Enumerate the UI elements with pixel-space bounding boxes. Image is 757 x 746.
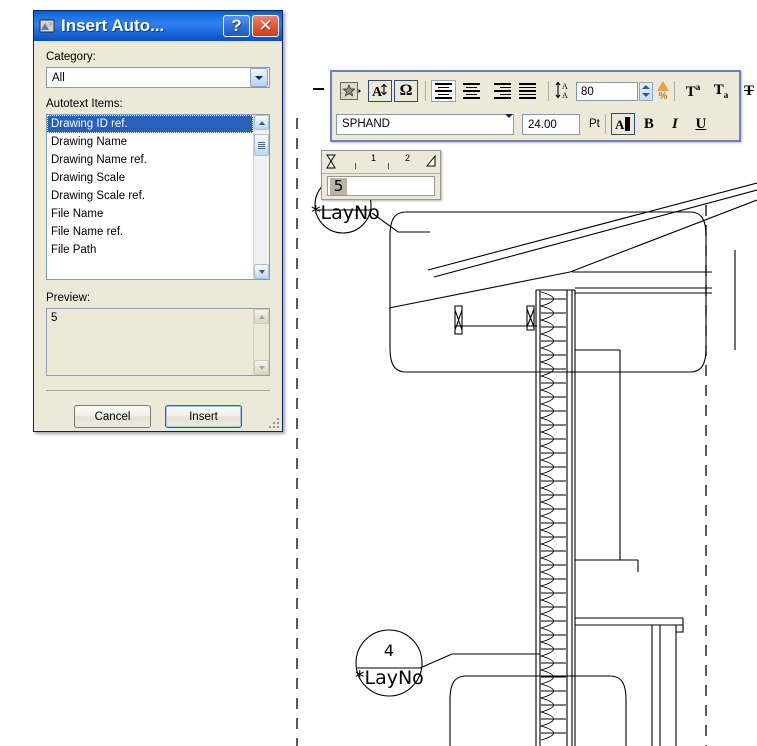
- callout-lower-tag: *LayNo: [355, 667, 424, 689]
- text-color-button[interactable]: A: [610, 113, 635, 135]
- font-family-combobox[interactable]: SPHAND: [336, 113, 514, 135]
- list-item[interactable]: Drawing Name: [47, 133, 253, 151]
- toolbar-separator: [604, 114, 606, 134]
- list-scrollbar[interactable]: [253, 115, 269, 279]
- autotext-items-listbox[interactable]: Drawing ID ref. Drawing Name Drawing Nam…: [46, 114, 270, 280]
- text-format-toolbar[interactable]: A Ω A A 80 % Ta Ta T SPHAND 24.00 Pt A B…: [330, 70, 754, 142]
- selection-region-lower: [449, 675, 627, 746]
- resize-grip[interactable]: [269, 418, 279, 428]
- preview-pane: 5: [46, 308, 270, 376]
- ruler-tick-1: 1: [371, 153, 377, 163]
- underline-button[interactable]: U: [689, 113, 713, 135]
- editor-text-field[interactable]: 5: [327, 176, 435, 196]
- list-item[interactable]: File Name ref.: [47, 223, 253, 241]
- preview-scroll-down-button[interactable]: [254, 360, 269, 375]
- svg-text:A: A: [562, 91, 568, 100]
- indent-marker-icon[interactable]: [326, 154, 336, 169]
- align-right-button[interactable]: [487, 80, 512, 102]
- insert-autotext-dialog[interactable]: Insert Auto... ? ✕ Category: All Autotex…: [33, 10, 283, 432]
- divider: [46, 390, 270, 391]
- selection-region-upper: [389, 211, 736, 373]
- preview-value: 5: [51, 312, 58, 324]
- bold-button[interactable]: B: [637, 113, 661, 135]
- chevron-down-icon[interactable]: [250, 68, 268, 87]
- omega-icon: Ω: [399, 82, 413, 99]
- font-size-unit-label: Pt: [589, 118, 600, 130]
- autotext-items-label: Autotext Items:: [46, 98, 123, 110]
- rafter-x1: [454, 309, 463, 331]
- list-item[interactable]: Drawing Name ref.: [47, 151, 253, 169]
- toolbar-separator: [425, 81, 426, 101]
- svg-text:A: A: [615, 117, 625, 132]
- roof-top-edge: [427, 182, 757, 271]
- dialog-titlebar[interactable]: Insert Auto... ? ✕: [34, 11, 282, 41]
- list-item[interactable]: File Name: [47, 205, 253, 223]
- superscript-button[interactable]: Ta: [680, 80, 706, 102]
- help-button[interactable]: ?: [223, 15, 250, 37]
- callout-leader-lower: [419, 653, 540, 669]
- scroll-up-button[interactable]: [254, 115, 269, 130]
- rafter-x2: [526, 308, 535, 328]
- category-label: Category:: [46, 51, 96, 63]
- font-size-input[interactable]: 24.00: [522, 113, 580, 135]
- format-toolbar-row-1: A Ω A A 80 % Ta Ta T: [332, 75, 754, 107]
- insert-autotext-button[interactable]: A: [368, 80, 392, 102]
- ruler-tick-2: 2: [405, 153, 411, 163]
- roof-lower-slope: [388, 199, 757, 309]
- favorites-button[interactable]: [336, 80, 366, 102]
- preview-label: Preview:: [46, 292, 91, 304]
- svg-text:A: A: [562, 82, 568, 91]
- align-center-button[interactable]: [459, 80, 484, 102]
- dialog-button-row: Cancel Insert: [46, 405, 270, 428]
- italic-button[interactable]: I: [663, 113, 687, 135]
- category-value: All: [52, 71, 65, 84]
- toolbar-separator: [674, 81, 675, 101]
- font-family-value: SPHAND: [342, 118, 390, 130]
- format-toolbar-row-2: SPHAND 24.00 Pt A B I U: [332, 108, 739, 140]
- strikethrough-button[interactable]: T: [736, 80, 757, 102]
- percent-units-icon: %: [657, 80, 669, 102]
- list-item[interactable]: Drawing Scale ref.: [47, 187, 253, 205]
- editor-selected-text[interactable]: 5: [330, 178, 347, 195]
- toolbar-separator: [548, 81, 549, 101]
- line-spacing-control[interactable]: 80: [576, 81, 653, 101]
- autotext-icon: [39, 18, 56, 34]
- list-item[interactable]: File Path: [47, 241, 253, 259]
- right-indent-marker-icon[interactable]: [425, 154, 436, 168]
- line-spacing-icon: A A: [554, 80, 572, 103]
- preview-scroll-up-button[interactable]: [254, 309, 269, 324]
- callout-upper-tag: *LayNo: [311, 202, 380, 224]
- category-combobox[interactable]: All: [46, 67, 270, 88]
- list-item[interactable]: Drawing ID ref.: [47, 115, 253, 133]
- insert-button[interactable]: Insert: [165, 405, 242, 428]
- chevron-down-icon[interactable]: [505, 114, 513, 130]
- toolbar-collapse-dash: [313, 88, 324, 90]
- list-item[interactable]: Drawing Scale: [47, 169, 253, 187]
- align-left-button[interactable]: [431, 80, 456, 102]
- align-justify-button[interactable]: [515, 80, 540, 102]
- dialog-title: Insert Auto...: [61, 16, 165, 35]
- callout-leader-upper: [371, 212, 430, 233]
- callout-lower-number: 4: [384, 641, 394, 660]
- insulation-hatch: [539, 291, 566, 741]
- scrollbar-thumb[interactable]: [254, 134, 269, 156]
- inline-text-editor[interactable]: 1 2 5: [321, 150, 441, 200]
- subscript-button[interactable]: Ta: [708, 80, 734, 102]
- roof-second-edge: [433, 189, 757, 278]
- line-spacing-spinner[interactable]: [639, 81, 653, 101]
- editor-ruler[interactable]: 1 2: [322, 151, 440, 174]
- close-button[interactable]: ✕: [252, 15, 279, 37]
- scroll-down-button[interactable]: [254, 264, 269, 279]
- line-spacing-input[interactable]: 80: [576, 81, 638, 101]
- cancel-button[interactable]: Cancel: [74, 405, 151, 428]
- insert-symbol-button[interactable]: Ω: [394, 80, 418, 102]
- preview-scrollbar[interactable]: [253, 309, 269, 375]
